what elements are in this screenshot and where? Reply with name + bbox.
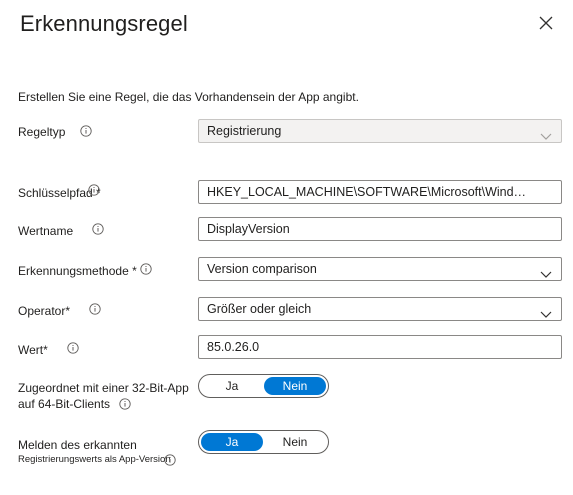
info-icon[interactable] [80, 125, 92, 137]
bit32-label-line2: auf 64-Bit-Clients [18, 397, 111, 411]
report-option-nein[interactable]: Nein [264, 433, 326, 451]
bit32-option-nein[interactable]: Nein [264, 377, 326, 395]
info-icon[interactable] [140, 263, 152, 275]
wert-input[interactable]: 85.0.26.0 [198, 335, 562, 359]
report-label-line1: Melden des erkannten [18, 438, 137, 452]
panel-description: Erstellen Sie eine Regel, die das Vorhan… [18, 90, 359, 104]
panel-title: Erkennungsregel [20, 11, 188, 36]
bit32-option-ja[interactable]: Ja [201, 377, 263, 395]
wert-value: 85.0.26.0 [207, 340, 260, 354]
info-icon[interactable] [67, 342, 79, 354]
report-label-line2: Registrierungswerts als App-Version [18, 454, 171, 465]
chevron-down-icon [540, 304, 552, 318]
wert-label: Wert* [18, 343, 48, 357]
wertname-label: Wertname [18, 224, 74, 238]
info-icon[interactable] [92, 223, 104, 235]
chevron-down-icon [540, 264, 552, 278]
operator-value: Größer oder gleich [207, 302, 312, 316]
regeltyp-label: Regeltyp [18, 125, 66, 139]
info-icon[interactable] [89, 303, 101, 315]
bit32-label-line1: Zugeordnet mit einer 32-Bit-App [18, 381, 189, 395]
report-option-ja[interactable]: Ja [201, 433, 263, 451]
operator-label: Operator* [18, 304, 71, 318]
schluesselpfad-value: HKEY_LOCAL_MACHINE\SOFTWARE\Microsoft\Wi… [207, 185, 559, 199]
schluesselpfad-input[interactable]: HKEY_LOCAL_MACHINE\SOFTWARE\Microsoft\Wi… [198, 180, 562, 204]
info-icon[interactable] [88, 184, 100, 196]
operator-select[interactable]: Größer oder gleich [198, 297, 562, 321]
report-toggle[interactable]: Ja Nein [198, 430, 329, 454]
chevron-down-icon [540, 126, 552, 140]
regeltyp-select[interactable]: Registrierung [198, 119, 562, 143]
erkennungsmethode-value: Version comparison [207, 262, 317, 276]
erkennungsmethode-label: Erkennungsmethode * [18, 264, 137, 278]
regeltyp-value: Registrierung [207, 124, 282, 138]
info-icon[interactable] [164, 454, 176, 466]
close-icon[interactable] [536, 13, 556, 33]
info-icon[interactable] [119, 398, 131, 410]
wertname-input[interactable]: DisplayVersion [198, 217, 562, 241]
wertname-value: DisplayVersion [207, 222, 290, 236]
erkennungsmethode-select[interactable]: Version comparison [198, 257, 562, 281]
bit32-toggle[interactable]: Ja Nein [198, 374, 329, 398]
